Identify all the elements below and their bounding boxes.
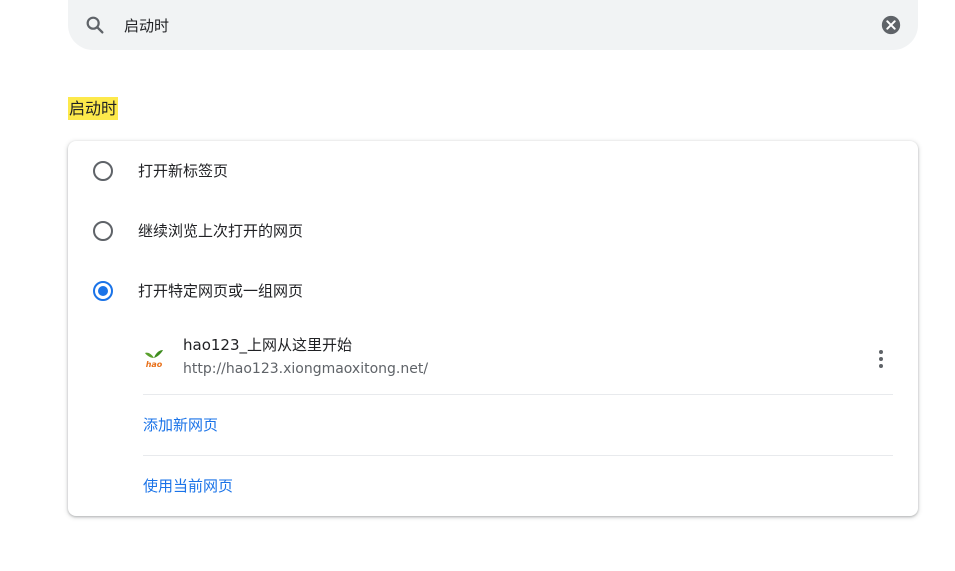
search-input[interactable] (124, 12, 824, 38)
startup-page-url: http://hao123.xiongmaoxitong.net/ (183, 361, 429, 377)
settings-search-bar (68, 0, 918, 50)
radio-button[interactable] (93, 221, 113, 241)
radio-option-new-tab[interactable]: 打开新标签页 (68, 141, 918, 201)
settings-page: 启动时 打开新标签页 继续浏览上次打开的网页 打开特定网页或一组网页 hao h… (0, 0, 955, 571)
divider (143, 394, 893, 395)
radio-button[interactable] (93, 161, 113, 181)
add-new-page-link[interactable]: 添加新网页 (143, 414, 218, 436)
favicon-text: hao (146, 360, 163, 369)
radio-label: 打开新标签页 (138, 162, 229, 180)
more-actions-icon[interactable] (869, 343, 893, 375)
use-current-pages-link[interactable]: 使用当前网页 (143, 475, 233, 497)
search-icon (86, 16, 104, 34)
radio-option-continue[interactable]: 继续浏览上次打开的网页 (68, 201, 918, 261)
hao123-favicon-icon: hao (145, 350, 163, 369)
startup-page-title: hao123_上网从这里开始 (183, 336, 353, 354)
radio-label: 继续浏览上次打开的网页 (138, 222, 304, 240)
radio-label: 打开特定网页或一组网页 (138, 282, 304, 300)
clear-search-icon[interactable] (880, 14, 902, 36)
divider (143, 455, 893, 456)
radio-button-checked[interactable] (93, 281, 113, 301)
section-title: 启动时 (68, 97, 119, 120)
radio-option-specific-pages[interactable]: 打开特定网页或一组网页 (68, 261, 918, 321)
on-startup-card: 打开新标签页 继续浏览上次打开的网页 打开特定网页或一组网页 hao hao12… (68, 141, 918, 516)
startup-page-entry: hao hao123_上网从这里开始 http://hao123.xiongma… (143, 323, 893, 395)
